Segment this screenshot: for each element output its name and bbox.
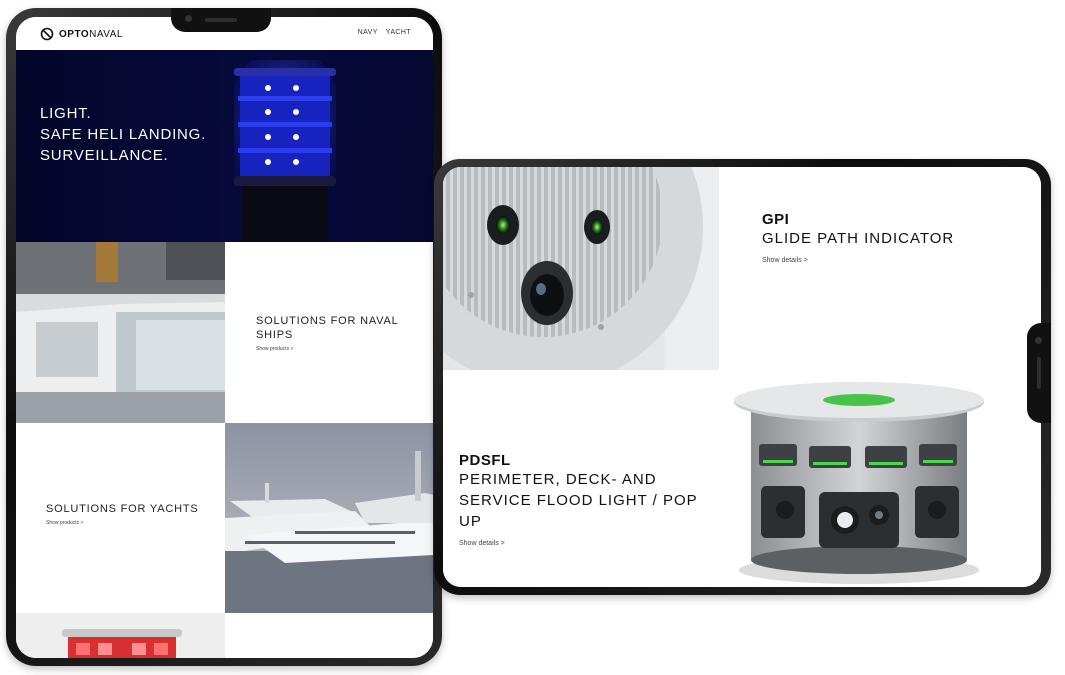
nav-item-navy[interactable]: NAVY <box>358 29 378 36</box>
landscape-screen: GPI GLIDE PATH INDICATOR Show details > … <box>443 167 1041 587</box>
yacht-image <box>225 423 433 613</box>
gpi-device-image <box>443 167 719 370</box>
yacht-solutions-tile[interactable]: SOLUTIONS FOR YACHTS Show products > <box>16 423 225 613</box>
gpi-code: GPI <box>762 211 790 228</box>
naval-solutions-tile[interactable]: SOLUTIONS FOR NAVAL SHIPS Show products … <box>225 242 433 423</box>
gpi-show-details-link[interactable]: Show details > <box>762 257 1022 264</box>
pdsfl-code: PDSFL <box>459 452 511 469</box>
phone-notch <box>1027 323 1051 423</box>
landscape-phone-frame: GPI GLIDE PATH INDICATOR Show details > … <box>434 159 1051 595</box>
front-camera-icon <box>1035 337 1042 344</box>
pdsfl-show-details-link[interactable]: Show details > <box>459 540 699 547</box>
hero-line-1: LIGHT. <box>40 105 92 122</box>
brand-name: OPTONAVAL <box>59 28 123 40</box>
naval-show-products-link[interactable]: Show products > <box>256 346 421 352</box>
opto-logo-icon <box>40 27 54 41</box>
speaker-icon <box>1037 357 1041 389</box>
blue-beacon-lamp-icon <box>234 60 336 242</box>
naval-image-tile[interactable] <box>16 242 225 423</box>
red-lamp-tile[interactable] <box>16 613 225 658</box>
hero-line-3: SURVEILLANCE. <box>40 147 169 164</box>
hero-line-2: SAFE HELI LANDING. <box>40 126 207 143</box>
front-camera-icon <box>185 15 192 22</box>
speaker-icon <box>205 18 237 22</box>
nav-item-yacht[interactable]: YACHT <box>386 29 411 36</box>
pdsfl-name: PERIMETER, DECK- AND SERVICE FLOOD LIGHT… <box>459 471 698 530</box>
gpi-name: GLIDE PATH INDICATOR <box>762 230 955 247</box>
pdsfl-image-tile[interactable] <box>719 370 1041 587</box>
portrait-phone-frame: OPTONAVAL NAVY YACHT LIGHT. SAFE HELI LA… <box>6 8 442 666</box>
yacht-image-tile[interactable] <box>225 423 433 613</box>
phone-notch <box>171 8 271 32</box>
blank-tile <box>225 613 433 658</box>
flood-light-device-image <box>734 382 984 584</box>
naval-solutions-title: SOLUTIONS FOR NAVAL SHIPS <box>256 315 399 341</box>
nav-menu: NAVY YACHT <box>358 29 411 36</box>
yacht-show-products-link[interactable]: Show products > <box>46 520 221 526</box>
gpi-product-tile[interactable]: GPI GLIDE PATH INDICATOR Show details > <box>719 167 1041 370</box>
pdsfl-product-tile[interactable]: PDSFL PERIMETER, DECK- AND SERVICE FLOOD… <box>443 370 719 587</box>
hero-headline: LIGHT. SAFE HELI LANDING. SURVEILLANCE. <box>40 103 206 166</box>
gpi-image-tile[interactable] <box>443 167 719 370</box>
hero-banner: LIGHT. SAFE HELI LANDING. SURVEILLANCE. <box>16 50 433 242</box>
portrait-screen: OPTONAVAL NAVY YACHT LIGHT. SAFE HELI LA… <box>16 17 433 658</box>
brand-logo[interactable]: OPTONAVAL <box>40 27 123 41</box>
yacht-solutions-title: SOLUTIONS FOR YACHTS <box>46 503 199 515</box>
ship-window-image <box>16 242 225 423</box>
red-beacon-lamp-icon <box>16 613 225 658</box>
